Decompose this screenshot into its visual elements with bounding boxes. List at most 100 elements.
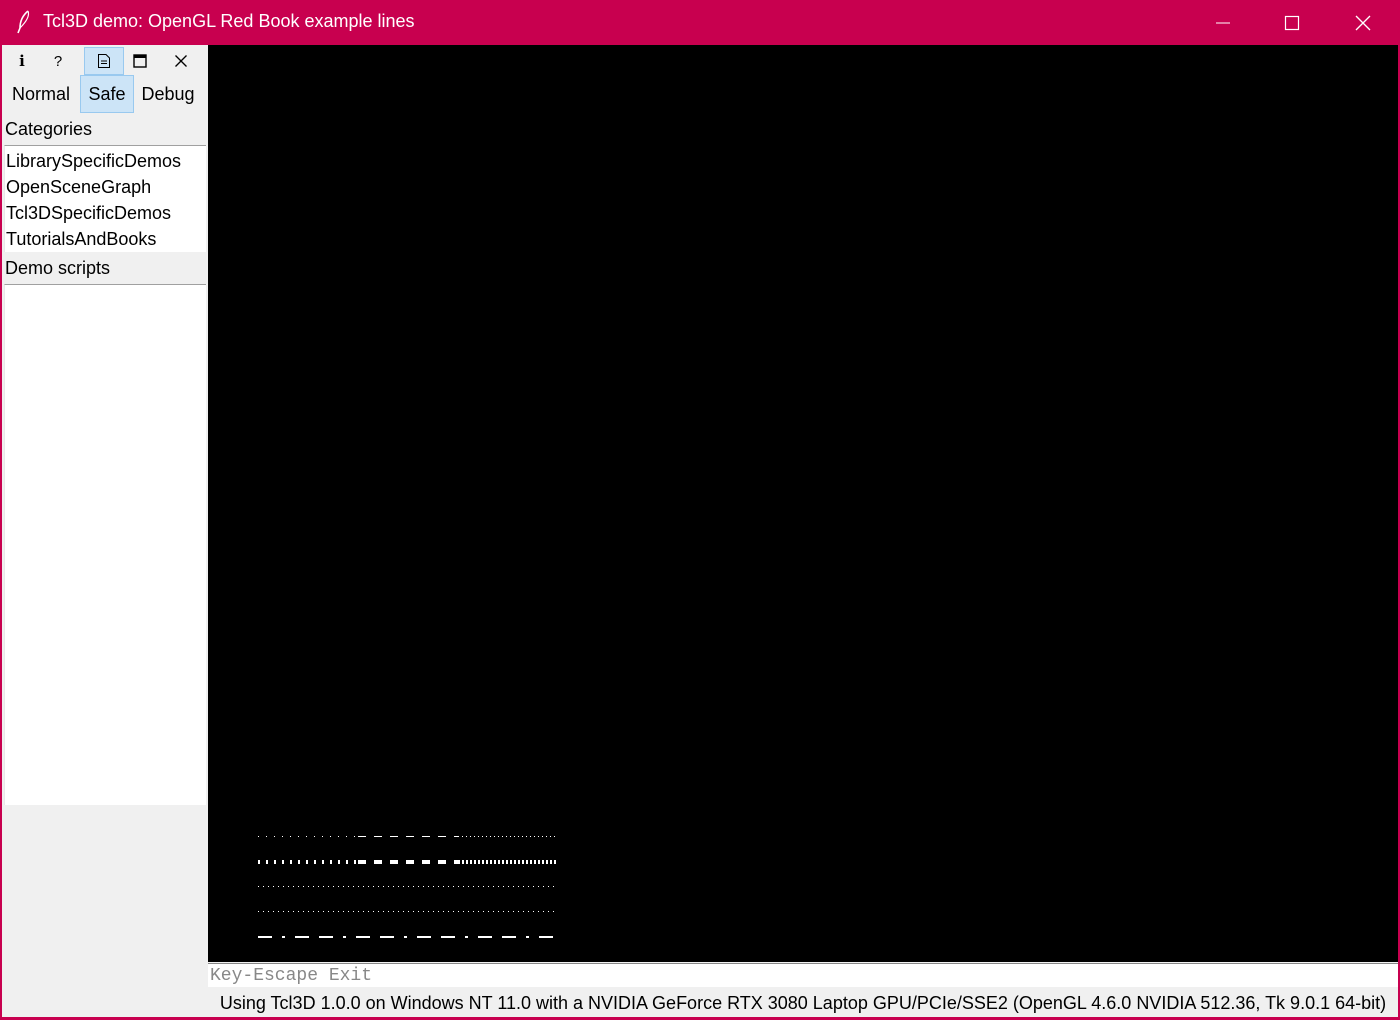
stipple-row-3 (343, 886, 344, 887)
stipple-row-4 (263, 911, 264, 912)
stipple-row-4 (278, 911, 279, 912)
stipple-row-3 (383, 886, 384, 887)
stipple-row-2 (358, 860, 366, 864)
stipple-row-4 (293, 911, 294, 912)
stipple-row-2 (406, 860, 414, 864)
minimize-button[interactable] (1188, 0, 1258, 45)
stipple-row-4 (383, 911, 384, 912)
stipple-row-4 (318, 911, 319, 912)
stipple-row-4 (403, 911, 404, 912)
stipple-row-1 (354, 836, 355, 837)
stipple-row-2 (298, 860, 300, 864)
stipple-row-1 (258, 836, 259, 837)
mode-safe-button[interactable]: Safe (80, 75, 134, 113)
stipple-row-1 (550, 836, 551, 837)
opengl-canvas[interactable] (208, 45, 1398, 962)
stipple-row-4 (528, 911, 529, 912)
stipple-row-5 (343, 936, 346, 938)
stipple-row-3 (413, 886, 414, 887)
list-item[interactable]: OpenSceneGraph (5, 174, 206, 200)
stipple-row-3 (368, 886, 369, 887)
stipple-row-2 (478, 860, 480, 864)
mode-normal-button[interactable]: Normal (6, 75, 76, 113)
window-title: Tcl3D demo: OpenGL Red Book example line… (43, 11, 415, 31)
maximize-button[interactable] (1257, 0, 1327, 45)
demo-scripts-list[interactable] (4, 284, 206, 805)
close-icon (175, 55, 187, 67)
list-item[interactable]: LibrarySpecificDemos (5, 148, 206, 174)
key-info-field[interactable]: Key-Escape Exit (208, 963, 1398, 987)
stipple-row-3 (528, 886, 529, 887)
close-icon (1355, 15, 1371, 30)
stipple-row-3 (548, 886, 549, 887)
stipple-row-3 (438, 886, 439, 887)
document-button[interactable] (84, 47, 124, 75)
title-bar[interactable]: Tcl3D demo: OpenGL Red Book example line… (0, 0, 1400, 45)
stipple-row-3 (498, 886, 499, 887)
stipple-row-1 (358, 836, 366, 837)
stipple-row-1 (466, 836, 467, 837)
stipple-row-2 (338, 860, 340, 864)
categories-list[interactable]: LibrarySpecificDemos OpenSceneGraph Tcl3… (4, 145, 206, 252)
stipple-row-1 (454, 836, 458, 837)
stipple-row-2 (390, 860, 398, 864)
stipple-row-3 (323, 886, 324, 887)
stipple-row-3 (503, 886, 504, 887)
stipple-row-2 (514, 860, 516, 864)
feather-icon (14, 10, 34, 34)
stipple-row-1 (482, 836, 483, 837)
stipple-row-3 (358, 886, 359, 887)
stipple-row-3 (398, 886, 399, 887)
stipple-row-4 (273, 911, 274, 912)
stipple-row-1 (306, 836, 307, 837)
stipple-row-2 (466, 860, 468, 864)
stipple-row-3 (308, 886, 309, 887)
exit-button[interactable] (161, 47, 201, 75)
demo-scripts-label: Demo scripts (5, 258, 111, 278)
stipple-row-2 (438, 860, 446, 864)
list-item[interactable]: TutorialsAndBooks (5, 226, 206, 252)
stipple-row-4 (508, 911, 509, 912)
stipple-row-3 (298, 886, 299, 887)
fullscreen-button[interactable] (120, 47, 160, 75)
stipple-row-1 (498, 836, 499, 837)
stipple-row-5 (319, 936, 333, 938)
stipple-row-5 (258, 936, 272, 938)
stipple-row-3 (523, 886, 524, 887)
stipple-row-3 (508, 886, 509, 887)
maximize-icon (133, 54, 147, 68)
mode-debug-button[interactable]: Debug (137, 75, 199, 113)
stipple-row-2 (422, 860, 430, 864)
stipple-row-2 (506, 860, 508, 864)
toolbar: i ? (2, 47, 208, 75)
stipple-row-2 (470, 860, 472, 864)
sidebar: i ? Normal Safe Debug Categories Library… (2, 45, 208, 1017)
stipple-row-5 (478, 936, 492, 938)
stipple-row-2 (518, 860, 520, 864)
stipple-row-1 (542, 836, 543, 837)
stipple-row-1 (406, 836, 414, 837)
stipple-row-4 (428, 911, 429, 912)
stipple-row-2 (526, 860, 528, 864)
stipple-row-4 (298, 911, 299, 912)
help-icon: ? (53, 52, 63, 70)
stipple-row-1 (526, 836, 527, 837)
stipple-row-2 (314, 860, 316, 864)
list-item[interactable]: Tcl3DSpecificDemos (5, 200, 206, 226)
stipple-row-2 (486, 860, 488, 864)
stipple-row-4 (518, 911, 519, 912)
stipple-row-1 (518, 836, 519, 837)
stipple-row-4 (408, 911, 409, 912)
stipple-row-2 (306, 860, 308, 864)
stipple-row-3 (448, 886, 449, 887)
stipple-row-5 (502, 936, 516, 938)
stipple-row-1 (530, 836, 531, 837)
stipple-row-2 (522, 860, 524, 864)
info-button[interactable]: i (2, 47, 42, 75)
stipple-row-2 (258, 860, 260, 864)
close-window-button[interactable] (1328, 0, 1398, 45)
stipple-row-4 (413, 911, 414, 912)
stipple-row-4 (498, 911, 499, 912)
help-button[interactable]: ? (38, 47, 78, 75)
stipple-row-3 (268, 886, 269, 887)
